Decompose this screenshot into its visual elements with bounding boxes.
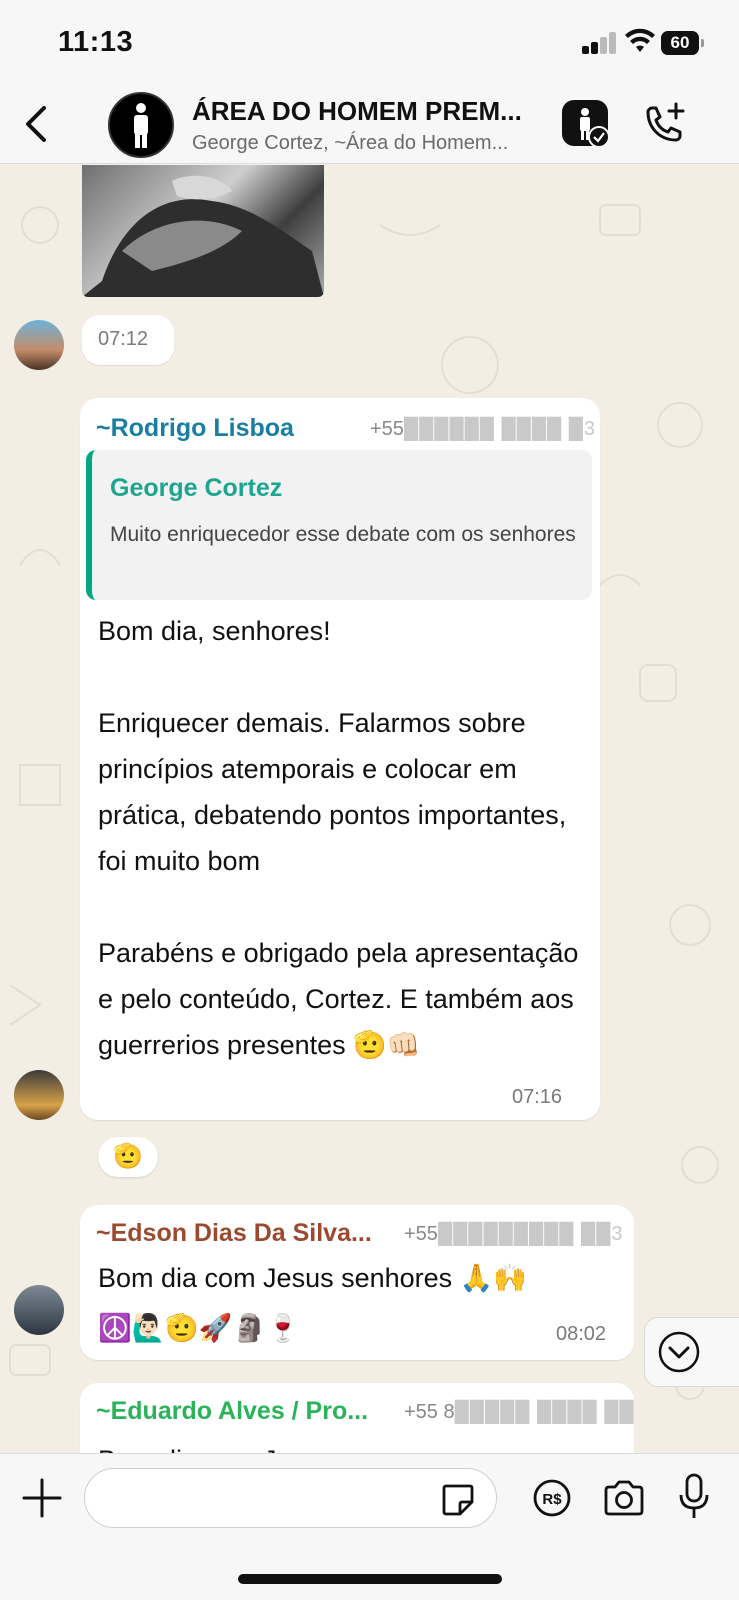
group-title[interactable]: ÁREA DO HOMEM PREM... bbox=[192, 96, 522, 127]
group-avatar-icon bbox=[134, 103, 148, 148]
back-button[interactable] bbox=[18, 102, 58, 146]
hands-photo-image bbox=[82, 175, 324, 297]
sender-name[interactable]: ~Eduardo Alves / Pro... bbox=[96, 1397, 368, 1426]
phone-blurred: █████ ████ ██ bbox=[454, 1401, 635, 1423]
battery-icon: 60 bbox=[661, 31, 705, 55]
camera-button[interactable] bbox=[602, 1478, 646, 1518]
chat-area[interactable]: 07:12 ~Rodrigo Lisboa +55██████ ████ █3 … bbox=[0, 165, 739, 1453]
message-time: 07:16 bbox=[512, 1086, 563, 1108]
sticker-button[interactable] bbox=[440, 1482, 476, 1518]
status-time: 11:13 bbox=[58, 26, 134, 58]
scroll-to-bottom-button[interactable] bbox=[644, 1317, 739, 1387]
quote-text: Muito enriquecedor esse debate com os se… bbox=[110, 523, 576, 546]
avatar[interactable] bbox=[14, 1070, 64, 1120]
status-bar: 11:13 60 bbox=[0, 0, 739, 88]
battery-level: 60 bbox=[661, 31, 699, 55]
composer-bar: R$ bbox=[0, 1453, 739, 1600]
community-icon[interactable] bbox=[562, 100, 610, 148]
pay-icon: R$ bbox=[533, 1479, 571, 1517]
sender-name[interactable]: ~Rodrigo Lisboa bbox=[96, 414, 294, 443]
attach-button[interactable] bbox=[20, 1476, 64, 1520]
add-call-button[interactable] bbox=[640, 100, 690, 150]
message-time: 08:02 bbox=[556, 1323, 607, 1345]
avatar[interactable] bbox=[14, 320, 64, 370]
phone-prefix: +55 8 bbox=[404, 1401, 455, 1423]
sender-phone: +55█████████ ██3 bbox=[404, 1223, 624, 1246]
call-add-icon bbox=[646, 102, 685, 142]
shared-photo[interactable] bbox=[82, 165, 324, 297]
phone-prefix: +55 bbox=[370, 418, 404, 440]
message-text: Bom dia com Jesus bbox=[98, 1437, 618, 1453]
sender-name[interactable]: ~Edson Dias Da Silva... bbox=[96, 1219, 372, 1248]
quoted-message[interactable]: George Cortez Muito enriquecedor esse de… bbox=[86, 450, 592, 600]
sender-phone: +55 8█████ ████ ██ bbox=[404, 1401, 635, 1424]
microphone-button[interactable] bbox=[678, 1472, 710, 1522]
signal-icon bbox=[582, 32, 618, 54]
payment-button[interactable]: R$ bbox=[532, 1478, 572, 1518]
wifi-icon bbox=[625, 28, 655, 52]
message-time: 07:12 bbox=[98, 328, 149, 350]
phone-prefix: +55 bbox=[404, 1223, 438, 1245]
message-bubble[interactable]: ~Rodrigo Lisboa +55██████ ████ █3 George… bbox=[80, 398, 600, 1120]
group-avatar[interactable] bbox=[108, 92, 174, 158]
message-bubble[interactable]: ~Edson Dias Da Silva... +55█████████ ██3… bbox=[80, 1205, 634, 1360]
camera-icon bbox=[604, 1480, 644, 1516]
quote-sender: George Cortez bbox=[110, 474, 283, 502]
message-input[interactable] bbox=[84, 1468, 497, 1528]
group-subtitle[interactable]: George Cortez, ~Área do Homem... bbox=[192, 132, 508, 155]
back-chevron-icon bbox=[26, 106, 46, 142]
plus-icon bbox=[22, 1478, 62, 1518]
message-bubble[interactable]: ~Eduardo Alves / Pro... +55 8█████ ████ … bbox=[80, 1383, 634, 1453]
sticker-icon bbox=[442, 1484, 474, 1516]
avatar[interactable] bbox=[14, 1285, 64, 1335]
message-text: Bom dia, senhores! Enriquecer demais. Fa… bbox=[98, 616, 579, 1060]
mic-icon bbox=[679, 1473, 709, 1518]
message-text: Bom dia com Jesus senhores 🙏🙌 ☮️🙋🏻‍♂️🫡🚀🗿… bbox=[98, 1263, 527, 1343]
phone-blurred: █████████ ██3 bbox=[437, 1223, 624, 1245]
reaction-icon[interactable]: 🫡 bbox=[98, 1137, 158, 1177]
photo-time-bubble: 07:12 bbox=[82, 315, 174, 365]
sender-phone: +55██████ ████ █3 bbox=[370, 418, 596, 441]
phone-blurred: ██████ ████ █3 bbox=[403, 418, 597, 440]
community-check-icon bbox=[588, 126, 610, 148]
chat-header: ÁREA DO HOMEM PREM... George Cortez, ~Ár… bbox=[0, 88, 739, 164]
svg-text:R$: R$ bbox=[542, 1491, 562, 1508]
chevron-down-icon bbox=[658, 1331, 700, 1373]
home-indicator bbox=[238, 1574, 502, 1584]
